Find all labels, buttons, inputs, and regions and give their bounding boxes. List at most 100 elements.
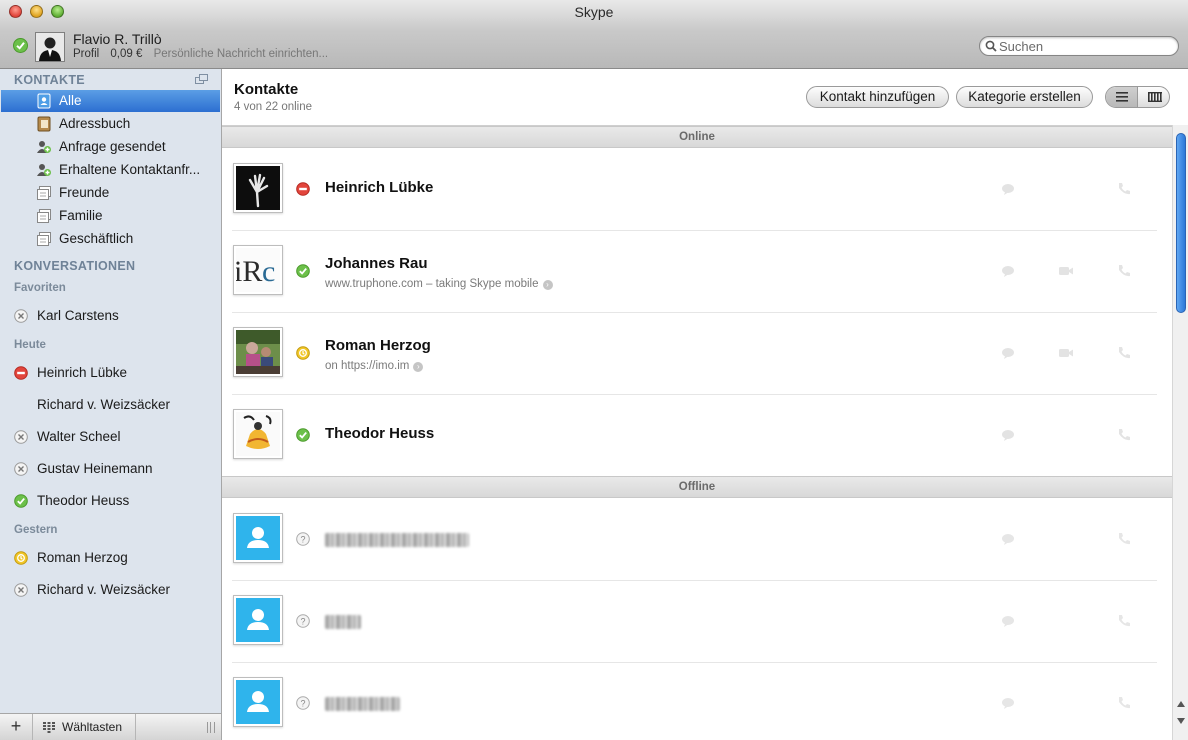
contact-row[interactable]: ? (222, 663, 1172, 740)
profile-link[interactable]: Profil (73, 48, 99, 60)
contact-row[interactable]: ? (222, 499, 1172, 581)
view-mode-toggle (1105, 86, 1170, 108)
sidebar-item-alle[interactable]: Alle (1, 90, 220, 112)
redacted-contact-name (325, 533, 469, 547)
skype-credit[interactable]: 0,09 € (110, 48, 142, 60)
online-status-icon[interactable] (13, 38, 28, 53)
contact-avatar (233, 677, 283, 727)
call-icon[interactable] (1116, 182, 1132, 196)
sidebar-resize-handle[interactable] (207, 722, 215, 733)
contact-row[interactable]: Roman Herzog on https://imo.im › (222, 313, 1172, 395)
conversation-name: Karl Carstens (37, 308, 119, 323)
sidebar-item-familie[interactable]: Familie (1, 205, 220, 227)
scroll-down-arrow-icon[interactable] (1177, 718, 1185, 724)
default-avatar-icon (236, 680, 280, 724)
contact-row[interactable]: iR c Johannes Rau www.truphone.com – tak… (222, 231, 1172, 313)
sidebar-item-erhaltene-kontaktanfragen[interactable]: Erhaltene Kontaktanfr... (1, 159, 220, 181)
search-box[interactable] (979, 36, 1179, 56)
online-status-icon (14, 494, 28, 508)
conversation-item[interactable]: Richard v. Weizsäcker (1, 393, 220, 417)
today-subheader: Heute (14, 339, 46, 351)
redacted-contact-name (325, 615, 361, 629)
video-call-icon[interactable] (1058, 346, 1074, 360)
conversation-name: Gustav Heinemann (37, 461, 153, 476)
contact-row[interactable]: ? (222, 581, 1172, 663)
online-count: 4 von 22 online (234, 101, 313, 113)
default-avatar-icon (236, 516, 280, 560)
chat-icon[interactable] (1000, 428, 1016, 442)
scroll-up-arrow-icon[interactable] (1177, 701, 1185, 707)
conversation-item[interactable]: Richard v. Weizsäcker (1, 578, 220, 602)
call-icon[interactable] (1116, 264, 1132, 278)
contact-name: Johannes Rau (325, 255, 428, 272)
chat-icon[interactable] (1000, 532, 1016, 546)
conversation-name: Roman Herzog (37, 550, 128, 565)
contact-list-scrollbar[interactable] (1172, 125, 1188, 740)
compact-view-button[interactable] (1138, 87, 1169, 107)
conversation-item[interactable]: Theodor Heuss (1, 489, 220, 513)
call-icon[interactable] (1116, 532, 1132, 546)
conversation-item[interactable]: Walter Scheel (1, 425, 220, 449)
sidebar-item-freunde[interactable]: Freunde (1, 182, 220, 204)
window-title: Skype (574, 4, 614, 20)
conversation-item[interactable]: Gustav Heinemann (1, 457, 220, 481)
away-status-icon (14, 551, 28, 565)
unknown-status-icon: ? (296, 614, 310, 628)
detach-window-icon[interactable] (195, 74, 208, 84)
search-input[interactable] (999, 38, 1169, 54)
create-category-button[interactable]: Kategorie erstellen (956, 86, 1093, 108)
chat-icon[interactable] (1000, 182, 1016, 196)
address-book-icon (37, 116, 51, 132)
mood-text: www.truphone.com – taking Skype mobile (325, 278, 539, 290)
dialpad-button[interactable]: Wähltasten (33, 714, 136, 740)
chat-icon[interactable] (1000, 696, 1016, 710)
svg-text:?: ? (300, 699, 305, 709)
chat-icon[interactable] (1000, 264, 1016, 278)
offline-group-header: Offline (222, 476, 1172, 498)
redacted-contact-name (325, 697, 400, 711)
list-view-button[interactable] (1106, 87, 1138, 107)
contact-avatar (233, 327, 283, 377)
call-icon[interactable] (1116, 614, 1132, 628)
call-icon[interactable] (1116, 346, 1132, 360)
window-toolbar: Skype Flavio R. Trillò Profil 0,09 € Per… (0, 0, 1188, 69)
scrollbar-thumb[interactable] (1176, 133, 1186, 313)
conversation-item[interactable]: Heinrich Lübke (1, 361, 220, 385)
sidebar-item-label: Anfrage gesendet (59, 139, 166, 154)
contact-row[interactable]: Theodor Heuss (222, 395, 1172, 477)
offline-status-icon (14, 430, 28, 444)
sidebar-item-label: Erhaltene Kontaktanfr... (59, 162, 201, 177)
contact-avatar (233, 163, 283, 213)
sidebar-item-anfrage-gesendet[interactable]: Anfrage gesendet (1, 136, 220, 158)
chat-icon[interactable] (1000, 614, 1016, 628)
chat-icon[interactable] (1000, 346, 1016, 360)
my-avatar[interactable] (35, 32, 65, 62)
add-contact-button[interactable]: Kontakt hinzufügen (806, 86, 949, 108)
contact-mood: on https://imo.im › (325, 360, 424, 372)
mood-message-field[interactable]: Persönliche Nachricht einrichten... (154, 48, 329, 60)
my-display-name[interactable]: Flavio R. Trillò (73, 31, 162, 47)
sidebar-item-label: Geschäftlich (59, 231, 134, 246)
online-status-icon (296, 264, 310, 278)
conversation-name: Theodor Heuss (37, 493, 130, 508)
video-call-icon[interactable] (1058, 264, 1074, 278)
call-icon[interactable] (1116, 696, 1132, 710)
conversations-section-header: KONVERSATIONEN (14, 259, 136, 273)
contact-name: Theodor Heuss (325, 425, 435, 442)
add-button[interactable]: + (0, 714, 33, 740)
call-icon[interactable] (1116, 428, 1132, 442)
busy-status-icon (14, 366, 28, 380)
contact-avatar (233, 513, 283, 563)
svg-text:?: ? (300, 535, 305, 545)
arrow-right-icon[interactable]: › (542, 280, 553, 290)
sidebar-item-label: Adressbuch (59, 116, 131, 131)
sidebar-item-geschaeftlich[interactable]: Geschäftlich (1, 228, 220, 250)
conversation-item[interactable]: Karl Carstens (1, 304, 220, 328)
arrow-right-icon[interactable]: › (413, 362, 424, 372)
compact-view-icon (1148, 92, 1162, 102)
sidebar-item-adressbuch[interactable]: Adressbuch (1, 113, 220, 135)
contact-row[interactable]: Heinrich Lübke (222, 149, 1172, 231)
conversation-item[interactable]: Roman Herzog (1, 546, 220, 570)
away-status-icon (296, 346, 310, 360)
unknown-status-icon: ? (296, 532, 310, 546)
